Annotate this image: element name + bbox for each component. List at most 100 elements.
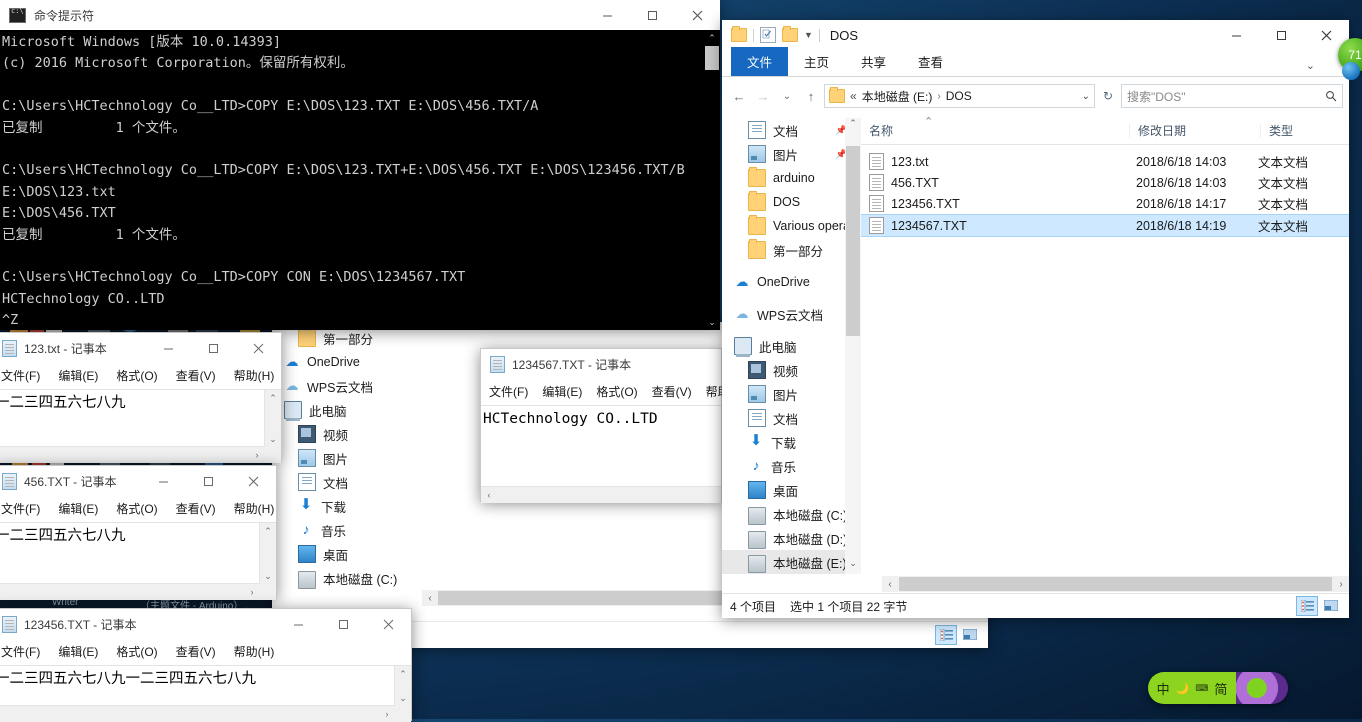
notepad-menu-bar-123456[interactable]: 文件(F) 编辑(E) 格式(O) 查看(V) 帮助(H)	[0, 639, 411, 665]
ime-mode[interactable]: 中	[1157, 679, 1170, 698]
breadcrumb-folder[interactable]: DOS	[946, 89, 972, 103]
notepad-text-area-123456[interactable]: 一二三四五六七八九一二三四五六七八九 ⌃ ⌄ ›	[0, 665, 411, 722]
quick-access-toolbar[interactable]: ▼ DOS	[722, 26, 858, 43]
menu-view[interactable]: 查看(V)	[176, 367, 216, 384]
tab-view[interactable]: 查看	[902, 47, 959, 76]
console-maximize-button[interactable]	[630, 0, 675, 30]
console-title-bar[interactable]: 命令提示符	[0, 0, 720, 31]
explorer-title-bar[interactable]: ▼ DOS	[722, 20, 1349, 50]
nav-item-本地磁盘 (E:)[interactable]: 本地磁盘 (E:)	[722, 550, 861, 574]
menu-file[interactable]: 文件(F)	[1, 500, 40, 517]
notepad-456-minimize-button[interactable]	[141, 466, 186, 496]
nav-item-bg-OneDrive[interactable]: ☁ OneDrive	[272, 350, 422, 374]
column-header-date[interactable]: 修改日期	[1129, 124, 1260, 138]
notepad-123456-minimize-button[interactable]	[276, 609, 321, 639]
notepad-123456-maximize-button[interactable]	[321, 609, 366, 639]
notepad-window-456[interactable]: 456.TXT - 记事本 文件(F) 编辑(E) 格式(O) 查看(V) 帮助…	[0, 465, 277, 600]
new-folder-icon[interactable]	[782, 26, 798, 42]
explorer-maximize-button[interactable]	[1259, 20, 1304, 50]
breadcrumb-overflow-icon[interactable]: «	[850, 89, 857, 103]
resize-grip[interactable]	[265, 447, 281, 463]
scroll-down-icon[interactable]: ⌄	[260, 568, 276, 584]
console-close-button[interactable]	[675, 0, 720, 30]
notepad-window-123[interactable]: 123.txt - 记事本 文件(F) 编辑(E) 格式(O) 查看(V) 帮助…	[0, 332, 282, 463]
nav-item-文档[interactable]: 文档	[722, 406, 861, 430]
console-screen[interactable]: Microsoft Windows [版本 10.0.14393] (c) 20…	[0, 30, 720, 330]
search-box[interactable]: 搜索"DOS"	[1121, 84, 1343, 108]
notepad-123456-close-button[interactable]	[366, 609, 411, 639]
explorer-body[interactable]: 文档 📌 图片 📌 arduino DOS Various operat 第一部分 ☁ OneDr…	[722, 116, 1349, 576]
menu-format[interactable]: 格式(O)	[596, 383, 637, 400]
console-scroll-down-icon[interactable]: ⌄	[704, 314, 720, 330]
menu-view[interactable]: 查看(V)	[176, 643, 216, 660]
folder-icon[interactable]	[731, 26, 747, 42]
chevron-down-icon[interactable]: ▼	[804, 30, 813, 40]
tab-share[interactable]: 共享	[845, 47, 902, 76]
notepad-456-close-button[interactable]	[231, 466, 276, 496]
notepad-123-close-button[interactable]	[236, 333, 281, 363]
notepad-123-maximize-button[interactable]	[191, 333, 236, 363]
moon-icon[interactable]: 🌙	[1176, 682, 1190, 695]
nav-item-Various operat[interactable]: Various operat	[722, 214, 861, 238]
nav-item-第一部分[interactable]: 第一部分	[722, 238, 861, 262]
table-row[interactable]: 1234567.TXT 2018/6/18 14:19 文本文档	[861, 214, 1349, 237]
tab-file[interactable]: 文件	[731, 47, 789, 76]
nav-item-本地磁盘 (C:)[interactable]: 本地磁盘 (C:)	[722, 502, 861, 526]
address-bar-row[interactable]: ← → ⌄ ↑ « 本地磁盘 (E:) › DOS ⌄ ↻ 搜索"DOS"	[722, 77, 1349, 111]
console-scroll-up-icon[interactable]: ⌃	[704, 30, 720, 46]
refresh-button[interactable]: ↻	[1097, 85, 1119, 107]
address-dropdown-icon[interactable]: ⌄	[1082, 91, 1090, 102]
scroll-right-icon[interactable]: ›	[249, 447, 265, 463]
nav-item-图片[interactable]: 图片 📌	[722, 142, 861, 166]
notepad-123-vscrollbar[interactable]: ⌃ ⌄	[264, 390, 281, 447]
back-button[interactable]: ←	[728, 85, 750, 107]
ime-shape[interactable]: 简	[1214, 679, 1227, 698]
command-prompt-window[interactable]: 命令提示符 Microsoft Windows [版本 10.0.14393] …	[0, 0, 720, 330]
notepad-123-minimize-button[interactable]	[146, 333, 191, 363]
table-row[interactable]: 123456.TXT 2018/6/18 14:17 文本文档	[861, 193, 1349, 214]
navigation-pane[interactable]: 文档 📌 图片 📌 arduino DOS Various operat 第一部分 ☁ OneDr…	[722, 118, 861, 574]
notepad-456-hscrollbar[interactable]: ›	[0, 583, 260, 600]
nav-item-arduino[interactable]: arduino	[722, 166, 861, 190]
nav-item-视频[interactable]: 视频	[722, 358, 861, 382]
hscroll-right-icon[interactable]: ›	[1333, 579, 1349, 590]
nav-item-WPS云文档[interactable]: ☁ WPS云文档	[722, 302, 861, 326]
menu-file[interactable]: 文件(F)	[489, 383, 528, 400]
details-view-icon[interactable]	[1296, 596, 1318, 616]
nav-item-bg-视频[interactable]: 视频	[272, 422, 422, 446]
nav-item-桌面[interactable]: 桌面	[722, 478, 861, 502]
ribbon-expand-icon[interactable]: ⌄	[1306, 59, 1315, 72]
address-breadcrumb-bar[interactable]: « 本地磁盘 (E:) › DOS ⌄	[824, 84, 1095, 108]
nav-item-DOS[interactable]: DOS	[722, 190, 861, 214]
notepad-123456-hscrollbar[interactable]: ›	[0, 705, 395, 722]
keyboard-icon[interactable]: ⌨	[1195, 683, 1208, 694]
notepad-menu-bar-123[interactable]: 文件(F) 编辑(E) 格式(O) 查看(V) 帮助(H)	[0, 363, 281, 389]
tab-home[interactable]: 主页	[788, 47, 845, 76]
forward-button[interactable]: →	[752, 85, 774, 107]
scroll-up-icon[interactable]: ⌃	[265, 390, 281, 406]
nav-item-bg-本地磁盘 (C:)[interactable]: 本地磁盘 (C:)	[272, 566, 422, 590]
hscroll-left-icon[interactable]: ‹	[882, 579, 898, 590]
console-scrollbar[interactable]: ⌃ ⌄	[704, 30, 720, 330]
notepad-menu-bar-456[interactable]: 文件(F) 编辑(E) 格式(O) 查看(V) 帮助(H)	[0, 496, 276, 522]
column-header-name[interactable]: 名称	[861, 124, 1129, 138]
nav-item-下载[interactable]: ⬇ 下载	[722, 430, 861, 454]
scroll-right-icon[interactable]: ›	[379, 706, 395, 722]
menu-format[interactable]: 格式(O)	[116, 643, 157, 660]
menu-edit[interactable]: 编辑(E)	[58, 500, 98, 517]
breadcrumb-drive[interactable]: 本地磁盘 (E:)	[862, 88, 933, 105]
menu-help[interactable]: 帮助(H)	[234, 367, 275, 384]
menu-help[interactable]: 帮助(H)	[234, 500, 275, 517]
menu-edit[interactable]: 编辑(E)	[58, 367, 98, 384]
explorer-window-dos[interactable]: ▼ DOS 文件 主页 共享 查看 ⌄ ← → ⌄ ↑ « 本地磁盘 (E:)	[722, 20, 1349, 618]
console-minimize-button[interactable]	[585, 0, 630, 30]
notepad-456-maximize-button[interactable]	[186, 466, 231, 496]
notepad-menu-bar-1234567[interactable]: 文件(F) 编辑(E) 格式(O) 查看(V) 帮助(H)	[481, 379, 746, 405]
notepad-1234567-hscrollbar[interactable]: ‹	[481, 486, 721, 503]
nav-item-文档[interactable]: 文档 📌	[722, 118, 861, 142]
notepad-text-area-456[interactable]: 一二三四五六七八九 ⌃ ⌄ ›	[0, 522, 276, 600]
notepad-text-area-1234567[interactable]: HCTechnology CO..LTD ‹	[481, 405, 721, 503]
nav-item-此电脑[interactable]: 此电脑	[722, 334, 861, 358]
nav-item-bg-图片[interactable]: 图片	[272, 446, 422, 470]
notepad-title-bar-123456[interactable]: 123456.TXT - 记事本	[0, 609, 411, 639]
